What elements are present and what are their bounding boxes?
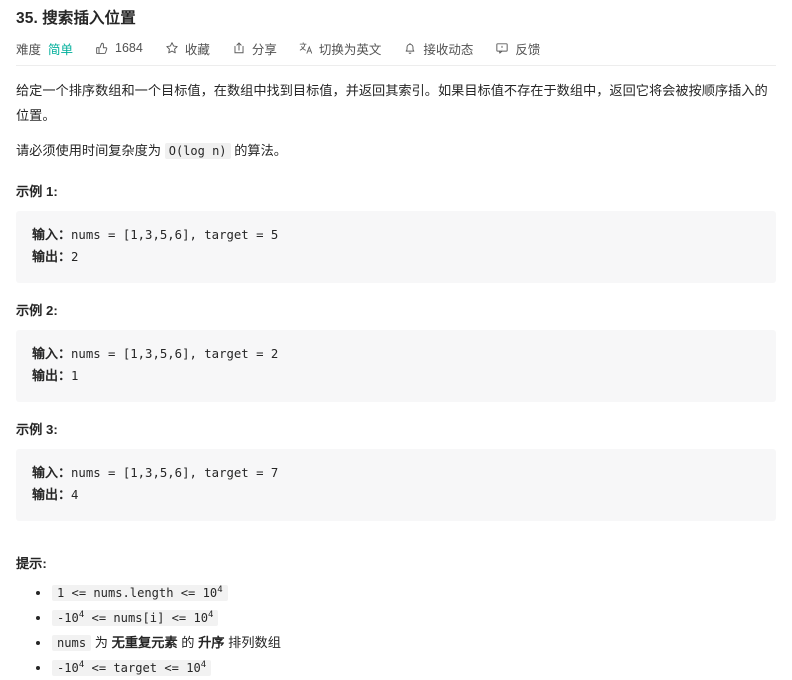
hint-constraint: -104 <= nums[i] <= 104 — [52, 609, 219, 626]
hint-sup: 4 — [217, 584, 223, 595]
translate-icon — [299, 41, 313, 55]
problem-meta-toolbar: 难度 简单 1684 收藏 分享 切换为英文 接收动态 反馈 — [16, 33, 776, 63]
description-paragraph: 给定一个排序数组和一个目标值，在数组中找到目标值，并返回其索引。如果目标值不存在… — [16, 83, 768, 123]
hint-code-token: nums — [52, 635, 92, 651]
difficulty-label: 难度 — [16, 42, 42, 57]
hint-bold-1: 无重复元素 — [111, 635, 178, 650]
subscribe-label: 接收动态 — [423, 42, 474, 57]
share-button[interactable]: 分享 — [232, 39, 277, 58]
like-button[interactable]: 1684 — [95, 41, 143, 55]
example-input-line: 输入：nums = [1,3,5,6], target = 5 — [32, 224, 760, 246]
difficulty-badge: 简单 — [48, 42, 74, 57]
complexity-prefix: 请必须使用时间复杂度为 — [16, 143, 165, 158]
example-output-label: 输出： — [32, 368, 72, 383]
list-item: nums 为 无重复元素 的 升序 排列数组 — [36, 631, 776, 655]
hint-mid: <= nums[i] <= 10 — [84, 611, 209, 625]
example-heading: 示例 2: — [16, 303, 58, 318]
share-icon — [232, 41, 246, 55]
feedback-label: 反馈 — [515, 42, 541, 57]
hint-constraint: 1 <= nums.length <= 104 — [52, 585, 228, 601]
example-output-line: 输出：4 — [32, 484, 760, 506]
example-heading: 示例 1: — [16, 184, 58, 199]
example-block: 输入：nums = [1,3,5,6], target = 7 输出：4 — [16, 449, 776, 521]
share-label: 分享 — [251, 42, 277, 57]
complexity-paragraph: 请必须使用时间复杂度为 O(log n) 的算法。 — [16, 138, 776, 164]
problem-content: 给定一个排序数组和一个目标值，在数组中找到目标值，并返回其索引。如果目标值不存在… — [16, 66, 776, 680]
translate-button[interactable]: 切换为英文 — [299, 39, 382, 58]
hint-bold-2: 升序 — [198, 635, 225, 650]
star-icon — [165, 41, 179, 55]
problem-page: 35. 搜索插入位置 难度 简单 1684 收藏 分享 切换为英文 接收动态 反… — [0, 0, 792, 680]
page-title: 35. 搜索插入位置 — [16, 10, 136, 27]
hint-pre: -10 — [57, 661, 79, 675]
difficulty-group: 难度 简单 — [16, 39, 73, 58]
complexity-code: O(log n) — [164, 143, 231, 159]
hints-list: 1 <= nums.length <= 104 -104 <= nums[i] … — [16, 581, 776, 680]
hint-mid: <= target <= 10 — [84, 661, 201, 675]
example-output-value: 1 — [71, 369, 79, 383]
hint-sup2: 4 — [200, 659, 207, 670]
bell-icon — [403, 41, 417, 55]
list-item: -104 <= target <= 104 — [36, 656, 776, 680]
hint-text-1: 为 — [91, 635, 112, 650]
feedback-icon — [495, 41, 509, 55]
example-input-line: 输入：nums = [1,3,5,6], target = 2 — [32, 343, 760, 365]
feedback-button[interactable]: 反馈 — [495, 39, 540, 58]
example-input-value: nums = [1,3,5,6], target = 2 — [71, 347, 279, 361]
example-input-value: nums = [1,3,5,6], target = 5 — [71, 228, 279, 242]
hint-text-3: 排列数组 — [224, 635, 281, 650]
example-heading: 示例 3: — [16, 422, 58, 437]
hint-pre: 1 <= nums.length <= 10 — [57, 586, 218, 600]
thumbs-up-icon — [95, 41, 109, 55]
like-count: 1684 — [115, 41, 143, 55]
favorite-button[interactable]: 收藏 — [165, 39, 210, 58]
hint-pre: -10 — [57, 611, 79, 625]
list-item: 1 <= nums.length <= 104 — [36, 581, 776, 605]
subscribe-button[interactable]: 接收动态 — [403, 39, 473, 58]
hint-constraint: -104 <= target <= 104 — [52, 659, 212, 676]
example-block: 输入：nums = [1,3,5,6], target = 2 输出：1 — [16, 330, 776, 402]
hint-sup2: 4 — [208, 609, 214, 620]
example-output-value: 4 — [71, 488, 79, 502]
example-input-label: 输入： — [32, 465, 72, 480]
translate-label: 切换为英文 — [318, 42, 382, 57]
example-output-label: 输出： — [32, 487, 72, 502]
example-input-value: nums = [1,3,5,6], target = 7 — [71, 466, 279, 480]
hints-heading: 提示: — [16, 556, 47, 571]
complexity-suffix: 的算法。 — [230, 143, 287, 158]
example-output-line: 输出：1 — [32, 365, 760, 387]
example-input-label: 输入： — [32, 346, 72, 361]
example-input-line: 输入：nums = [1,3,5,6], target = 7 — [32, 462, 760, 484]
example-output-label: 输出： — [32, 249, 72, 264]
example-block: 输入：nums = [1,3,5,6], target = 5 输出：2 — [16, 211, 776, 283]
example-output-line: 输出：2 — [32, 246, 760, 268]
list-item: -104 <= nums[i] <= 104 — [36, 606, 776, 630]
favorite-label: 收藏 — [184, 42, 210, 57]
example-input-label: 输入： — [32, 227, 72, 242]
example-output-value: 2 — [71, 250, 79, 264]
hint-text-2: 的 — [177, 635, 199, 650]
